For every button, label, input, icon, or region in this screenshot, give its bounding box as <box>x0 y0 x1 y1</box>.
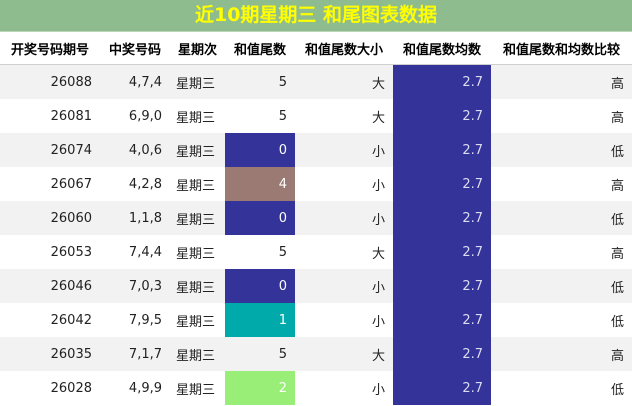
numbers-cell: 7,1,7 <box>100 337 170 371</box>
col-header-issue: 开奖号码期号 <box>0 32 100 65</box>
compare-cell: 高 <box>491 64 632 99</box>
size-cell: 小 <box>371 178 385 194</box>
weekday-cell: 星期三 <box>176 246 216 262</box>
table-row: 26053 7,4,4 星期三 5 大 2.7 高 <box>0 235 632 269</box>
numbers-cell: 4,7,4 <box>100 64 170 99</box>
compare-cell: 低 <box>610 314 624 330</box>
issue-cell: 26088 <box>0 64 100 99</box>
tail-cell: 5 <box>278 244 287 260</box>
data-table: 开奖号码期号 中奖号码 星期次 和值尾数 和值尾数大小 和值尾数均数 和值尾数和… <box>0 32 632 405</box>
numbers-cell: 1,1,8 <box>100 201 170 235</box>
compare-cell: 低 <box>491 269 632 303</box>
avg-cell: 2.7 <box>393 303 491 337</box>
avg-cell: 2.7 <box>393 337 491 371</box>
header-row: 开奖号码期号 中奖号码 星期次 和值尾数 和值尾数大小 和值尾数均数 和值尾数和… <box>0 32 632 65</box>
compare-cell: 高 <box>491 337 632 371</box>
weekday-cell: 星期三 <box>176 110 216 126</box>
table-row: 26035 7,1,7 星期三 5 大 2.7 高 <box>0 337 632 371</box>
issue-cell: 26046 <box>0 269 100 303</box>
tail-cell: 4 <box>225 167 295 201</box>
numbers-cell: 4,9,9 <box>128 380 162 396</box>
weekday-cell: 星期三 <box>170 337 225 371</box>
tail-cell: 5 <box>278 108 287 124</box>
size-cell: 大 <box>371 246 385 262</box>
compare-cell: 低 <box>491 133 632 167</box>
col-header-size: 和值尾数大小 <box>295 32 393 65</box>
compare-cell: 高 <box>610 178 624 194</box>
col-header-numbers: 中奖号码 <box>100 32 170 65</box>
compare-cell: 低 <box>491 201 632 235</box>
issue-cell: 26028 <box>50 380 92 396</box>
weekday-cell: 星期三 <box>170 269 225 303</box>
issue-cell: 26053 <box>50 244 92 260</box>
numbers-cell: 7,0,3 <box>100 269 170 303</box>
table-row: 26074 4,0,6 星期三 0 小 2.7 低 <box>0 133 632 167</box>
table-row: 26060 1,1,8 星期三 0 小 2.7 低 <box>0 201 632 235</box>
table-body: 26088 4,7,4 星期三 5 大 2.7 高 26081 6,9,0 星期三 5 大 2.7 高 26… <box>0 64 632 405</box>
avg-cell: 2.7 <box>393 235 491 269</box>
compare-cell: 高 <box>610 246 624 262</box>
tail-cell: 0 <box>225 133 295 167</box>
weekday-cell: 星期三 <box>176 178 216 194</box>
avg-cell: 2.7 <box>393 201 491 235</box>
numbers-cell: 7,4,4 <box>128 244 162 260</box>
avg-cell: 2.7 <box>393 371 491 405</box>
size-cell: 小 <box>295 269 393 303</box>
issue-cell: 26042 <box>50 312 92 328</box>
size-cell: 小 <box>371 382 385 398</box>
compare-cell: 低 <box>610 382 624 398</box>
col-header-tail: 和值尾数 <box>225 32 295 65</box>
issue-cell: 26074 <box>0 133 100 167</box>
weekday-cell: 星期三 <box>170 64 225 99</box>
size-cell: 小 <box>295 133 393 167</box>
table-row: 26046 7,0,3 星期三 0 小 2.7 低 <box>0 269 632 303</box>
numbers-cell: 7,9,5 <box>128 312 162 328</box>
table-row: 26042 7,9,5 星期三 1 小 2.7 低 <box>0 303 632 337</box>
size-cell: 大 <box>371 110 385 126</box>
col-header-compare: 和值尾数和均数比较 <box>491 32 632 65</box>
compare-cell: 高 <box>610 110 624 126</box>
tail-cell: 0 <box>225 201 295 235</box>
table-row: 26081 6,9,0 星期三 5 大 2.7 高 <box>0 99 632 133</box>
size-cell: 小 <box>371 314 385 330</box>
avg-cell: 2.7 <box>393 64 491 99</box>
issue-cell: 26081 <box>50 108 92 124</box>
weekday-cell: 星期三 <box>170 201 225 235</box>
tail-cell: 5 <box>225 64 295 99</box>
numbers-cell: 4,2,8 <box>128 176 162 192</box>
size-cell: 大 <box>295 337 393 371</box>
numbers-cell: 4,0,6 <box>100 133 170 167</box>
table-row: 26067 4,2,8 星期三 4 小 2.7 高 <box>0 167 632 201</box>
tail-cell: 2 <box>225 371 295 405</box>
col-header-avg: 和值尾数均数 <box>393 32 491 65</box>
tail-cell: 5 <box>225 337 295 371</box>
tail-cell: 1 <box>225 303 295 337</box>
size-cell: 大 <box>295 64 393 99</box>
avg-cell: 2.7 <box>393 269 491 303</box>
issue-cell: 26035 <box>0 337 100 371</box>
tail-cell: 0 <box>225 269 295 303</box>
issue-cell: 26060 <box>0 201 100 235</box>
avg-cell: 2.7 <box>393 167 491 201</box>
avg-cell: 2.7 <box>393 99 491 133</box>
weekday-cell: 星期三 <box>170 133 225 167</box>
avg-cell: 2.7 <box>393 133 491 167</box>
table-row: 26028 4,9,9 星期三 2 小 2.7 低 <box>0 371 632 405</box>
size-cell: 小 <box>295 201 393 235</box>
weekday-cell: 星期三 <box>176 382 216 398</box>
numbers-cell: 6,9,0 <box>128 108 162 124</box>
weekday-cell: 星期三 <box>176 314 216 330</box>
col-header-weekday: 星期次 <box>170 32 225 65</box>
table-row: 26088 4,7,4 星期三 5 大 2.7 高 <box>0 64 632 99</box>
issue-cell: 26067 <box>50 176 92 192</box>
page-title: 近10期星期三 和尾图表数据 <box>0 0 632 32</box>
